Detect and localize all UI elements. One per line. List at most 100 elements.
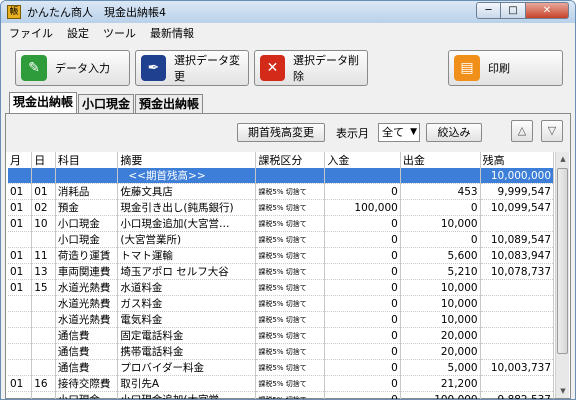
row-day: 11 [31, 247, 56, 265]
row-month [8, 231, 33, 249]
col-balance[interactable]: 残高 [480, 152, 555, 168]
filter-bar: 期首残高変更 表示月 全て ▼ 絞込み △ ▽ [6, 114, 570, 152]
row-tax: 課税5% 切捨て [255, 199, 326, 217]
row-tax: 課税5% 切捨て [255, 183, 326, 201]
table-row[interactable]: 水道光熱費 電気料金 課税5% 切捨て 0 10,000 [8, 311, 555, 329]
table-row[interactable]: 通信費 固定電話料金 課税5% 切捨て 0 20,000 [8, 327, 555, 345]
data-entry-button[interactable]: ✎ データ入力 [15, 50, 130, 86]
chevron-down-icon: ▼ [410, 127, 417, 137]
row-balance: 10,003,737 [480, 359, 555, 377]
row-day [31, 327, 56, 345]
row-day: 13 [31, 263, 56, 281]
scroll-up-icon[interactable]: ▲ [556, 152, 570, 166]
scroll-thumb[interactable] [557, 168, 568, 354]
narrow-button[interactable]: 絞込み [426, 123, 482, 142]
month-select[interactable]: 全て ▼ [378, 123, 420, 142]
row-deposit: 0 [324, 311, 401, 329]
row-day: 02 [31, 199, 56, 217]
row-balance: 9,882,537 [480, 391, 555, 399]
delete-selected-button[interactable]: ✕ 選択データ削除 [254, 50, 368, 86]
row-day [31, 231, 56, 249]
row-tax: 課税5% 切捨て [255, 375, 326, 393]
print-button[interactable]: ▤ 印刷 [448, 50, 563, 86]
scroll-down-icon[interactable]: ▼ [556, 384, 570, 398]
row-account: 車両関連費 [55, 263, 119, 281]
row-tax: 課税5% 切捨て [255, 279, 326, 297]
row-deposit: 0 [324, 391, 401, 399]
row-tax: 課税5% 切捨て [255, 359, 326, 377]
row-account: 荷造り運賃 [55, 247, 119, 265]
row-description: ガス料金 [117, 295, 257, 313]
month-select-value: 全て [382, 126, 404, 139]
row-balance: 10,099,547 [480, 199, 555, 217]
vertical-scrollbar[interactable]: ▲ ▼ [555, 152, 569, 398]
delete-x-icon: ✕ [260, 55, 285, 81]
window-controls: ─ □ ✕ [476, 2, 569, 19]
table-row[interactable]: 01 15 水道光熱費 水道料金 課税5% 切捨て 0 10,000 [8, 279, 555, 297]
row-balance [480, 295, 555, 313]
row-month [8, 359, 33, 377]
table-row[interactable]: 小口現金 (大宮営業所) 課税5% 切捨て 0 0 10,089,547 [8, 231, 555, 249]
row-month: 01 [8, 199, 33, 217]
row-month: 01 [8, 263, 33, 281]
row-deposit: 100,000 [324, 199, 401, 217]
pen-icon: ✒ [141, 55, 166, 81]
row-balance [480, 327, 555, 345]
row-deposit: 0 [324, 359, 401, 377]
row-deposit: 0 [324, 375, 401, 393]
app-window: 帳 かんたん商人 現金出納帳4 ─ □ ✕ ファイル 設定 ツール 最新情報 ✎… [0, 0, 576, 400]
row-description: 携帯電話料金 [117, 343, 257, 361]
tab-deposit-book[interactable]: 預金出納帳 [135, 94, 204, 113]
close-button[interactable]: ✕ [526, 2, 569, 19]
row-balance: 9,999,547 [480, 183, 555, 201]
row-description: 水道料金 [117, 279, 257, 297]
menu-tools[interactable]: ツール [103, 25, 136, 41]
table-row[interactable]: 01 11 荷造り運賃 トマト運輸 課税5% 切捨て 0 5,600 10,083,947 [8, 247, 555, 265]
table-row[interactable]: 01 13 車両関連費 埼玉アポロ セルフ大谷 課税5% 切捨て 0 5,210 10,078… [8, 263, 555, 281]
edit-selected-button[interactable]: ✒ 選択データ変更 [135, 50, 249, 86]
tab-strip: 現金出納帳 小口現金 預金出納帳 [9, 92, 204, 114]
row-tax: 課税5% 切捨て [255, 247, 326, 265]
move-up-button[interactable]: △ [511, 120, 533, 142]
col-tax-category[interactable]: 課税区分 [255, 152, 326, 168]
table-row[interactable]: 01 16 接待交際費 取引先A 課税5% 切捨て 0 21,200 [8, 375, 555, 393]
table-row[interactable]: 水道光熱費 ガス料金 課税5% 切捨て 0 10,000 [8, 295, 555, 313]
row-deposit: 0 [324, 279, 401, 297]
row-tax: 課税5% 切捨て [255, 327, 326, 345]
row-description: 小口現金追加(大宮営… [117, 215, 257, 233]
window-title: かんたん商人 現金出納帳4 [27, 6, 166, 19]
maximize-button[interactable]: □ [501, 2, 526, 19]
row-balance [480, 375, 555, 393]
tab-petty-cash[interactable]: 小口現金 [78, 94, 135, 113]
table-row[interactable]: 01 02 預金 現金引き出し(鈍馬銀行) 課税5% 切捨て 100,000 0 10,099… [8, 199, 555, 217]
menu-bar: ファイル 設定 ツール 最新情報 [1, 23, 575, 43]
minimize-button[interactable]: ─ [476, 2, 501, 19]
row-deposit: 0 [324, 263, 401, 281]
table-row[interactable]: 01 10 小口現金 小口現金追加(大宮営… 課税5% 切捨て 0 10,000 [8, 215, 555, 233]
menu-file[interactable]: ファイル [9, 25, 53, 41]
row-day [31, 391, 56, 399]
opening-balance-row[interactable]: <<期首残高>> 10,000,000 [8, 168, 555, 185]
col-day[interactable]: 日 [31, 152, 56, 168]
tab-cash-book[interactable]: 現金出納帳 [9, 92, 78, 113]
move-down-button[interactable]: ▽ [541, 120, 563, 142]
menu-settings[interactable]: 設定 [67, 25, 89, 41]
row-withdrawal: 21,200 [400, 375, 481, 393]
col-account[interactable]: 科目 [55, 152, 119, 168]
col-deposit[interactable]: 入金 [324, 152, 401, 168]
table-row[interactable]: 通信費 プロバイダー料金 課税5% 切捨て 0 5,000 10,003,737 [8, 359, 555, 377]
col-withdrawal[interactable]: 出金 [400, 152, 481, 168]
menu-latest-info[interactable]: 最新情報 [150, 25, 194, 41]
row-withdrawal: 453 [400, 183, 481, 201]
row-description: 埼玉アポロ セルフ大谷 [117, 263, 257, 281]
row-withdrawal: 20,000 [400, 343, 481, 361]
col-month[interactable]: 月 [8, 152, 33, 168]
table-row[interactable]: 通信費 携帯電話料金 課税5% 切捨て 0 20,000 [8, 343, 555, 361]
row-tax: 課税5% 切捨て [255, 215, 326, 233]
row-day: 01 [31, 183, 56, 201]
table-row[interactable]: 小口現金小口現金追加(大宮営…課税5% 切捨て0100,0009,882,537 [8, 391, 555, 399]
col-description[interactable]: 摘要 [117, 152, 257, 168]
row-description: (大宮営業所) [117, 231, 257, 249]
table-row[interactable]: 01 01 消耗品 佐藤文具店 課税5% 切捨て 0 453 9,999,547 [8, 183, 555, 201]
opening-balance-button[interactable]: 期首残高変更 [237, 123, 325, 142]
